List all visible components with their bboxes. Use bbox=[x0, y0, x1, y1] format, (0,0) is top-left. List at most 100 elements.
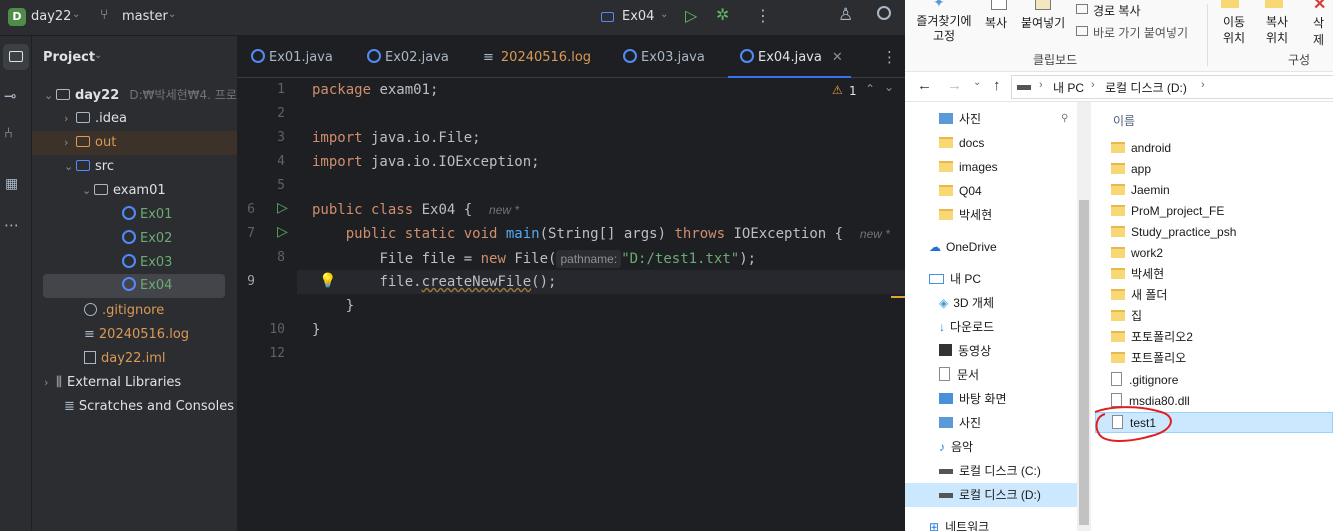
history-chevron-icon[interactable]: ⌄ bbox=[973, 77, 981, 88]
nav-item-my-pc[interactable]: 내 PC bbox=[905, 267, 1077, 291]
tab-ex02[interactable]: Ex02.java bbox=[367, 36, 449, 78]
column-header-name[interactable]: 이름 bbox=[1113, 112, 1135, 129]
up-arrow-icon[interactable]: ↑ bbox=[993, 77, 1001, 94]
project-switcher[interactable]: day22 bbox=[31, 9, 71, 24]
warning-count[interactable]: 1 bbox=[849, 84, 857, 98]
code-line-8[interactable]: File file = new File(pathname: "D:/test1.… bbox=[312, 250, 756, 268]
debug-icon[interactable]: ✲ bbox=[716, 5, 729, 24]
nav-item-music[interactable]: ♪ 음악 bbox=[905, 435, 1077, 459]
copy-path-button[interactable]: 경로 복사 bbox=[1093, 2, 1141, 19]
run-config-selector[interactable]: Ex04 bbox=[622, 9, 654, 24]
code-line-7[interactable]: public static void main(String[] args) t… bbox=[312, 226, 890, 242]
tab-ex01[interactable]: Ex01.java bbox=[251, 36, 333, 78]
nav-item-documents[interactable]: 문서 bbox=[905, 363, 1077, 387]
tab-ex04[interactable]: Ex04.java ✕ bbox=[728, 36, 851, 78]
breadcrumb-my-pc[interactable]: 내 PC bbox=[1053, 79, 1084, 96]
scrollbar-thumb[interactable] bbox=[1079, 200, 1089, 525]
nav-item-images[interactable]: images bbox=[905, 155, 1077, 179]
warning-icon[interactable]: ⚠ bbox=[832, 83, 843, 97]
tree-root[interactable]: ⌄ day22 D:₩박세현₩4. 프로 bbox=[44, 83, 237, 107]
list-item[interactable]: Study_practice_psh bbox=[1111, 222, 1333, 243]
code-line-1[interactable]: package exam01; bbox=[312, 82, 438, 98]
tree-item-out[interactable]: › out bbox=[32, 131, 237, 155]
tree-item-class[interactable]: Ex02 bbox=[122, 227, 172, 251]
code-line-3[interactable]: import java.io.File; bbox=[312, 130, 481, 146]
forward-arrow-icon[interactable]: → bbox=[947, 77, 962, 94]
pin-icon[interactable]: ⚲ bbox=[1061, 107, 1068, 131]
structure-icon[interactable]: ▦ bbox=[5, 176, 18, 192]
tree-item-class-selected[interactable]: Ex04 bbox=[43, 274, 225, 298]
copy-button[interactable]: 복사 bbox=[985, 14, 1007, 31]
nav-item-onedrive[interactable]: ☁ OneDrive bbox=[905, 235, 1077, 259]
paste-button[interactable]: 붙여넣기 bbox=[1021, 14, 1065, 31]
list-item[interactable]: work2 bbox=[1111, 243, 1333, 264]
navigation-scrollbar[interactable] bbox=[1077, 102, 1091, 531]
nav-item-3d-objects[interactable]: ◈ 3D 개체 bbox=[905, 291, 1077, 315]
tree-item-class[interactable]: Ex01 bbox=[122, 203, 172, 227]
tree-label: External Libraries bbox=[66, 375, 182, 390]
delete-button[interactable]: 삭제 bbox=[1313, 14, 1333, 48]
tree-item-class[interactable]: Ex03 bbox=[122, 251, 172, 275]
move-to-button[interactable]: 이동 위치 bbox=[1217, 14, 1251, 46]
list-item[interactable]: ProM_project_FE bbox=[1111, 201, 1333, 222]
code-line-9[interactable]: file.createNewFile(); bbox=[312, 274, 556, 290]
tab-ex03[interactable]: Ex03.java bbox=[623, 36, 705, 78]
nav-item-drive-d-selected[interactable]: 로컬 디스크 (D:) bbox=[905, 483, 1077, 507]
tree-item-iml[interactable]: day22.iml bbox=[84, 347, 165, 371]
list-item[interactable]: 집 bbox=[1111, 306, 1333, 327]
author-hint[interactable]: new * bbox=[860, 227, 890, 241]
branch-switcher[interactable]: master bbox=[122, 9, 168, 24]
tree-item-gitignore[interactable]: .gitignore bbox=[84, 299, 164, 323]
search-icon[interactable] bbox=[877, 6, 891, 20]
nav-item-drive-c[interactable]: 로컬 디스크 (C:) bbox=[905, 459, 1077, 483]
nav-item-docs[interactable]: docs bbox=[905, 131, 1077, 155]
previous-highlight-icon[interactable]: ⌃ bbox=[865, 82, 875, 96]
nav-item-network[interactable]: ⊞ 네트워크 bbox=[905, 515, 1077, 531]
nav-item-videos[interactable]: 동영상 bbox=[905, 339, 1077, 363]
list-item[interactable]: 포트폴리오 bbox=[1111, 348, 1333, 369]
panel-title[interactable]: Project bbox=[43, 50, 95, 65]
next-highlight-icon[interactable]: ⌄ bbox=[884, 80, 894, 94]
copy-to-button[interactable]: 복사 위치 bbox=[1260, 14, 1294, 46]
nav-item-user-folder[interactable]: 박세현 bbox=[905, 203, 1077, 227]
code-line-6[interactable]: public class Ex04 { new * bbox=[312, 202, 519, 218]
pull-requests-icon[interactable]: ⑃ bbox=[4, 124, 13, 142]
more-tools-icon[interactable]: ⋯ bbox=[4, 216, 19, 234]
tree-item-idea[interactable]: › .idea bbox=[64, 107, 127, 131]
run-gutter-icon[interactable]: ▷ bbox=[277, 224, 288, 240]
list-item[interactable]: 새 폴더 bbox=[1111, 285, 1333, 306]
list-item[interactable]: 포토폴리오2 bbox=[1111, 327, 1333, 348]
nav-item-pictures-quick[interactable]: 사진 ⚲ bbox=[905, 107, 1077, 131]
run-gutter-icon[interactable]: ▷ bbox=[277, 200, 288, 216]
tree-item-external-libraries[interactable]: › ⫼ External Libraries bbox=[44, 371, 181, 395]
list-item[interactable]: 박세현 bbox=[1111, 264, 1333, 285]
code-line-4[interactable]: import java.io.IOException; bbox=[312, 154, 540, 170]
list-item[interactable]: android bbox=[1111, 138, 1333, 159]
breadcrumb-drive-d[interactable]: 로컬 디스크 (D:) bbox=[1105, 79, 1187, 96]
nav-item-downloads[interactable]: ↓ 다운로드 bbox=[905, 315, 1077, 339]
add-user-icon[interactable]: ♙ bbox=[838, 5, 853, 25]
back-arrow-icon[interactable]: ← bbox=[917, 77, 932, 94]
author-hint[interactable]: new * bbox=[489, 203, 519, 217]
code-line-10[interactable]: } bbox=[312, 298, 354, 314]
pin-to-quick-access-button[interactable]: 즐겨찾기에 고정 bbox=[911, 14, 977, 44]
close-icon[interactable]: ✕ bbox=[832, 50, 843, 65]
tree-item-src[interactable]: ⌄ src bbox=[64, 155, 114, 179]
run-icon[interactable]: ▷ bbox=[685, 6, 697, 25]
list-item[interactable]: app bbox=[1111, 159, 1333, 180]
tab-more-icon[interactable]: ⋮ bbox=[882, 48, 897, 66]
list-item[interactable]: Jaemin bbox=[1111, 180, 1333, 201]
tree-item-scratches[interactable]: ≣ Scratches and Consoles bbox=[64, 395, 234, 419]
more-icon[interactable]: ⋮ bbox=[755, 6, 771, 25]
project-badge[interactable]: D bbox=[8, 8, 26, 26]
nav-item-desktop[interactable]: 바탕 화면 bbox=[905, 387, 1077, 411]
nav-item-pictures[interactable]: 사진 bbox=[905, 411, 1077, 435]
code-line-11[interactable]: } bbox=[312, 322, 320, 338]
commit-icon[interactable]: ⊸ bbox=[4, 87, 17, 105]
paste-shortcut-button[interactable]: 바로 가기 붙여넣기 bbox=[1093, 24, 1188, 41]
tree-item-package[interactable]: ⌄ exam01 bbox=[82, 179, 166, 203]
nav-item-q04[interactable]: Q04 bbox=[905, 179, 1077, 203]
list-item[interactable]: .gitignore bbox=[1111, 370, 1333, 391]
tree-item-log[interactable]: ≡ 20240516.log bbox=[84, 323, 189, 347]
tab-log[interactable]: ≡ 20240516.log bbox=[483, 36, 591, 78]
